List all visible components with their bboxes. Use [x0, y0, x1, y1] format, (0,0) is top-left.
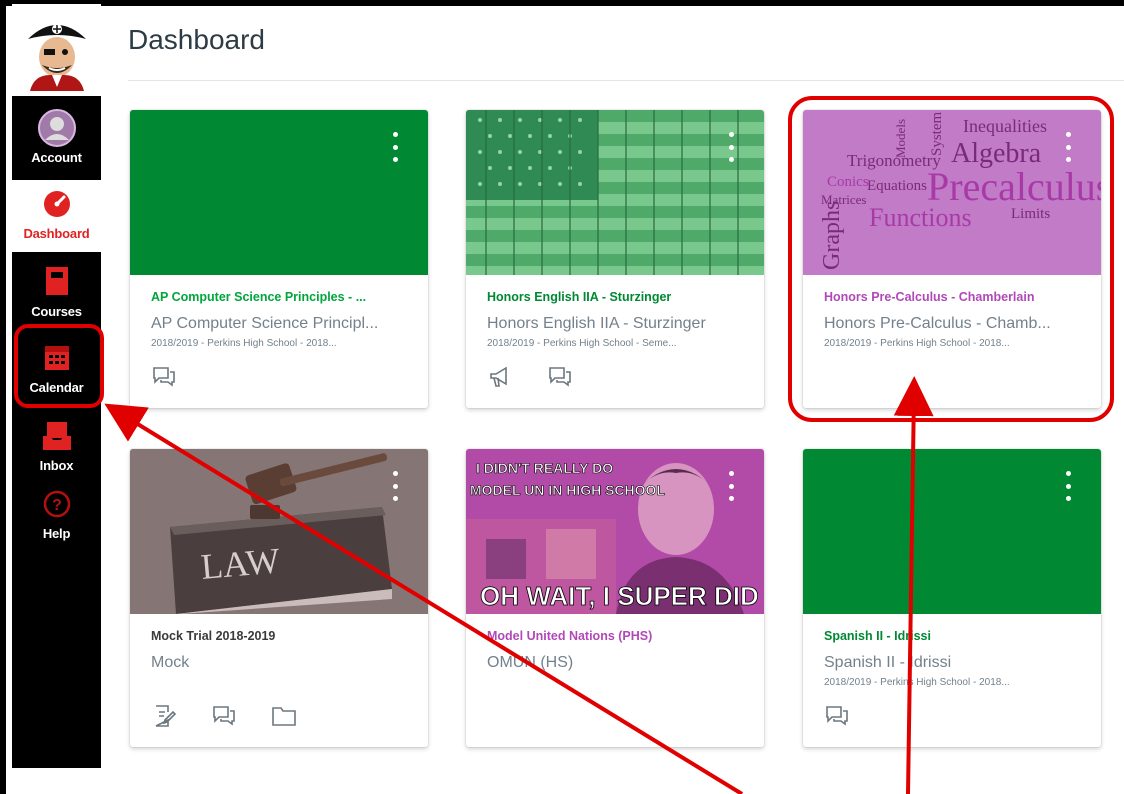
- assignments-icon[interactable]: [151, 703, 177, 729]
- header-divider: [128, 80, 1124, 81]
- discussions-icon[interactable]: [824, 703, 850, 729]
- card-title[interactable]: Model United Nations (PHS): [487, 629, 743, 643]
- inbox-icon: [37, 416, 77, 456]
- card-options-kebab-icon[interactable]: [726, 132, 736, 162]
- help-icon: ?: [37, 484, 77, 524]
- nav-item-help[interactable]: ? Help: [12, 480, 101, 552]
- card-actions: [151, 364, 177, 390]
- course-card-mock-trial[interactable]: LAW Mock Trial 2018-2019 Mock: [130, 449, 428, 747]
- card-options-kebab-icon[interactable]: [390, 471, 400, 501]
- nav-label-account: Account: [31, 150, 82, 165]
- card-course-code: OMUN (HS): [487, 654, 574, 671]
- course-card-honors-english[interactable]: Honors English IIA - Sturzinger Honors E…: [466, 110, 764, 408]
- card-hero-image[interactable]: [466, 110, 764, 275]
- card-title[interactable]: AP Computer Science Principles - ...: [151, 290, 407, 304]
- nav-label-courses: Courses: [31, 304, 82, 319]
- courses-icon: [37, 262, 77, 302]
- law-book-text: LAW: [199, 540, 281, 587]
- card-course-code: Honors English IIA - Sturzinger: [487, 315, 706, 332]
- nav-item-account[interactable]: Account: [12, 104, 101, 176]
- nav-label-inbox: Inbox: [39, 458, 74, 473]
- meme-bottom-text: OH WAIT, I SUPER DID: [480, 581, 759, 611]
- nav-label-help: Help: [42, 526, 71, 541]
- card-options-kebab-icon[interactable]: [726, 471, 736, 501]
- nav-item-inbox[interactable]: Inbox: [12, 412, 101, 484]
- course-card-ap-computer-science[interactable]: AP Computer Science Principles - ... AP …: [130, 110, 428, 408]
- annotation-highlight-course-card: [788, 96, 1114, 422]
- card-hero-image[interactable]: LAW: [130, 449, 428, 614]
- gavel-image: LAW: [130, 449, 428, 614]
- card-term: 2018/2019 - Perkins High School - Seme..…: [487, 338, 677, 349]
- card-course-code: Spanish II - Idrissi: [824, 654, 952, 671]
- account-icon: [37, 108, 77, 148]
- screenshot-frame-left: [0, 0, 6, 794]
- card-term: 2018/2019 - Perkins High School - 2018..…: [824, 677, 1010, 688]
- meme-top-line-1: I DIDN'T REALLY DO: [476, 460, 613, 476]
- card-options-kebab-icon[interactable]: [1063, 471, 1073, 501]
- discussions-icon[interactable]: [547, 364, 573, 390]
- dashboard-icon: [37, 184, 77, 224]
- screenshot-frame-top: [0, 0, 1124, 6]
- card-title[interactable]: Honors English IIA - Sturzinger: [487, 290, 743, 304]
- card-term: 2018/2019 - Perkins High School - 2018..…: [151, 338, 337, 349]
- meme-top-line-2: MODEL UN IN HIGH SCHOOL: [470, 482, 665, 498]
- card-hero-image[interactable]: I DIDN'T REALLY DO MODEL UN IN HIGH SCHO…: [466, 449, 764, 614]
- card-hero-color[interactable]: [130, 110, 428, 275]
- announcements-icon[interactable]: [487, 364, 513, 390]
- files-icon[interactable]: [271, 703, 297, 729]
- course-card-spanish-ii[interactable]: Spanish II - Idrissi Spanish II - Idriss…: [803, 449, 1101, 747]
- school-mascot-logo[interactable]: [12, 4, 101, 96]
- card-actions: [151, 703, 297, 729]
- nav-item-dashboard[interactable]: Dashboard: [12, 180, 101, 252]
- flag-image: [466, 110, 764, 275]
- discussions-icon[interactable]: [211, 703, 237, 729]
- card-actions: [487, 364, 573, 390]
- page-title: Dashboard: [128, 24, 265, 55]
- card-course-code: AP Computer Science Principl...: [151, 315, 379, 332]
- card-hero-color[interactable]: [803, 449, 1101, 614]
- annotation-highlight-calendar: [14, 324, 104, 408]
- nav-item-courses[interactable]: Courses: [12, 258, 101, 330]
- card-actions: [824, 703, 850, 729]
- nav-label-dashboard: Dashboard: [23, 226, 90, 241]
- card-title[interactable]: Mock Trial 2018-2019: [151, 629, 407, 643]
- discussions-icon[interactable]: [151, 364, 177, 390]
- card-options-kebab-icon[interactable]: [390, 132, 400, 162]
- svg-text:?: ?: [52, 497, 62, 514]
- course-card-model-un[interactable]: I DIDN'T REALLY DO MODEL UN IN HIGH SCHO…: [466, 449, 764, 747]
- card-course-code: Mock: [151, 654, 190, 671]
- meme-image: I DIDN'T REALLY DO MODEL UN IN HIGH SCHO…: [466, 449, 764, 614]
- card-title[interactable]: Spanish II - Idrissi: [824, 629, 1080, 643]
